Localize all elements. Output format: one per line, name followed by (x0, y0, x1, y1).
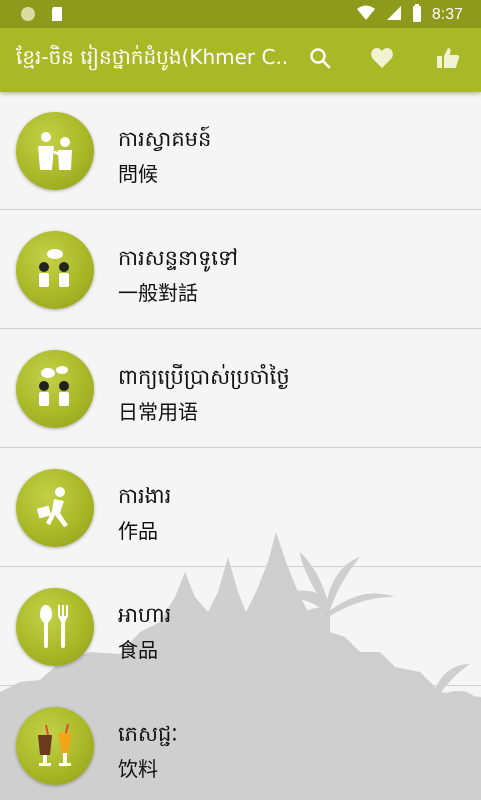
category-label-khmer: ពាក្យប្រើប្រាស់ប្រចាំថ្ងៃ (118, 365, 290, 389)
battery-icon (412, 4, 422, 26)
heart-icon (370, 47, 394, 73)
greeting-people-icon (16, 112, 94, 190)
category-label-khmer: ការសន្ទនាទូទៅ (118, 246, 238, 270)
list-item-greeting[interactable]: ការស្វាគមន៍ 問候 (0, 92, 481, 210)
conversation-icon (16, 231, 94, 309)
category-label-chinese: 問候 (118, 162, 158, 186)
clock: 8:37 (431, 6, 463, 23)
spoon-fork-icon (16, 588, 94, 666)
category-label-chinese: 一般對話 (118, 281, 198, 305)
thumbs-up-icon (436, 47, 460, 73)
rate-button[interactable] (432, 44, 464, 76)
favorites-button[interactable] (366, 44, 398, 76)
status-bar: 8:37 (0, 0, 481, 28)
category-list: ការស្វាគមន៍ 問候 ការសន្ទនាទូទៅ 一般對話 ពាក្យប… (0, 92, 481, 800)
list-item-drinks[interactable]: ភេសជ្ជៈ 饮料 (0, 687, 481, 800)
signal-icon (386, 5, 402, 25)
category-label-khmer: អាហារ (118, 603, 172, 627)
category-label-khmer: ការងារ (118, 484, 172, 508)
category-label-chinese: 日常用语 (118, 400, 198, 424)
category-label-chinese: 饮料 (118, 757, 158, 781)
work-runner-icon (16, 469, 94, 547)
category-label-chinese: 食品 (118, 638, 158, 662)
circle-notification-icon (20, 6, 36, 26)
sd-card-icon (50, 6, 64, 26)
category-label-khmer: ភេសជ្ជៈ (118, 722, 178, 746)
list-item-conversation[interactable]: ការសន្ទនាទូទៅ 一般對話 (0, 211, 481, 329)
daily-talk-icon (16, 350, 94, 428)
search-button[interactable] (304, 44, 336, 76)
wifi-icon (356, 5, 376, 25)
list-item-daily-words[interactable]: ពាក្យប្រើប្រាស់ប្រចាំថ្ងៃ 日常用语 (0, 330, 481, 448)
search-icon (309, 47, 331, 73)
list-item-food[interactable]: អាហារ 食品 (0, 568, 481, 686)
app-title: ខ្មែរ-ចិន រៀនថ្នាក់ដំបូង(Khmer C.. (16, 45, 289, 69)
category-label-khmer: ការស្វាគមន៍ (118, 127, 212, 151)
app-bar: ខ្មែរ-ចិន រៀនថ្នាក់ដំបូង(Khmer C.. (0, 28, 481, 92)
list-item-work[interactable]: ការងារ 作品 (0, 449, 481, 567)
drinks-icon (16, 707, 94, 785)
category-label-chinese: 作品 (118, 519, 158, 543)
